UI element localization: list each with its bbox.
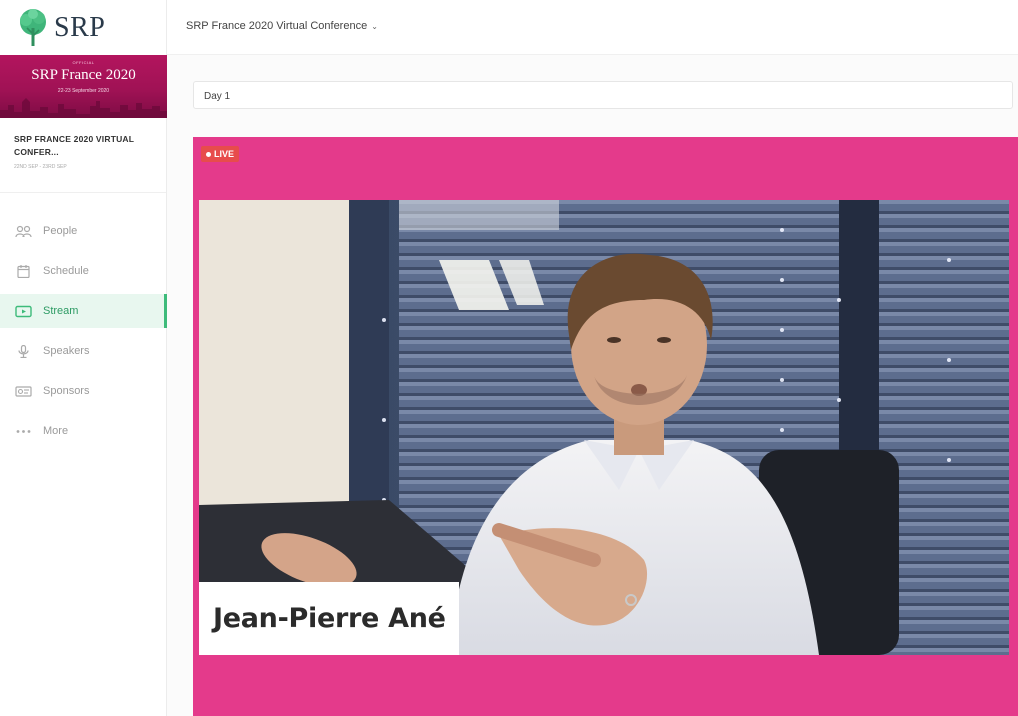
event-title[interactable]: SRP FRANCE 2020 VIRTUAL CONFER... <box>14 133 159 159</box>
stream-player[interactable]: LIVE Jean-Pierre Ané <box>193 137 1018 716</box>
conference-selector[interactable]: SRP France 2020 Virtual Conference ⌄ <box>186 20 378 32</box>
event-time: 22ND SEP - 23RD SEP <box>14 164 67 170</box>
event-banner: OFFICIAL SRP France 2020 22-23 September… <box>0 55 167 118</box>
video-frame[interactable]: Jean-Pierre Ané <box>199 200 1009 655</box>
top-bar: SRP France 2020 Virtual Conference ⌄ <box>167 0 1018 55</box>
sponsor-icon <box>14 384 32 398</box>
sidebar-item-label: Sponsors <box>43 385 90 397</box>
sidebar-item-stream[interactable]: Stream <box>0 294 167 328</box>
conference-selector-label: SRP France 2020 Virtual Conference <box>186 20 368 32</box>
speaker-name-plate: Jean-Pierre Ané <box>199 582 459 655</box>
srp-logo[interactable]: SRP <box>16 8 105 48</box>
main-content: Day 1 LIVE Jean-Pierre Ané <box>167 55 1018 716</box>
day-select[interactable]: Day 1 <box>193 81 1013 109</box>
live-badge: LIVE <box>201 146 240 162</box>
sidebar-item-label: Stream <box>43 305 79 317</box>
sidebar-item-sponsors[interactable]: Sponsors <box>0 374 167 408</box>
chevron-down-icon: ⌄ <box>371 21 378 31</box>
sidebar-item-schedule[interactable]: Schedule <box>0 254 167 288</box>
sidebar-item-label: People <box>43 225 78 237</box>
logo-text: SRP <box>54 12 106 43</box>
live-dot-icon <box>206 151 211 157</box>
sidebar-item-speakers[interactable]: Speakers <box>0 334 167 368</box>
sidebar-item-people[interactable]: People <box>0 214 167 248</box>
skyline-graphic <box>0 98 167 118</box>
sidebar: SRP OFFICIAL SRP France 2020 22-23 Septe… <box>0 0 167 716</box>
live-label: LIVE <box>214 149 235 159</box>
calendar-icon <box>14 264 32 278</box>
stream-icon <box>14 304 32 318</box>
people-icon <box>14 224 32 238</box>
banner-official: OFFICIAL <box>72 60 95 65</box>
more-icon <box>14 424 32 438</box>
sidebar-item-label: Schedule <box>43 265 89 277</box>
banner-title: SRP France 2020 <box>31 67 136 83</box>
sidebar-nav: People Schedule Stream Speakers Sponsors <box>0 214 167 454</box>
sidebar-item-label: Speakers <box>43 345 90 357</box>
sidebar-divider <box>0 192 166 193</box>
banner-dates: 22-23 September 2020 <box>57 88 110 94</box>
sidebar-item-more[interactable]: More <box>0 414 167 448</box>
sidebar-item-label: More <box>43 425 69 437</box>
microphone-icon <box>14 344 32 358</box>
tree-icon <box>20 9 46 46</box>
